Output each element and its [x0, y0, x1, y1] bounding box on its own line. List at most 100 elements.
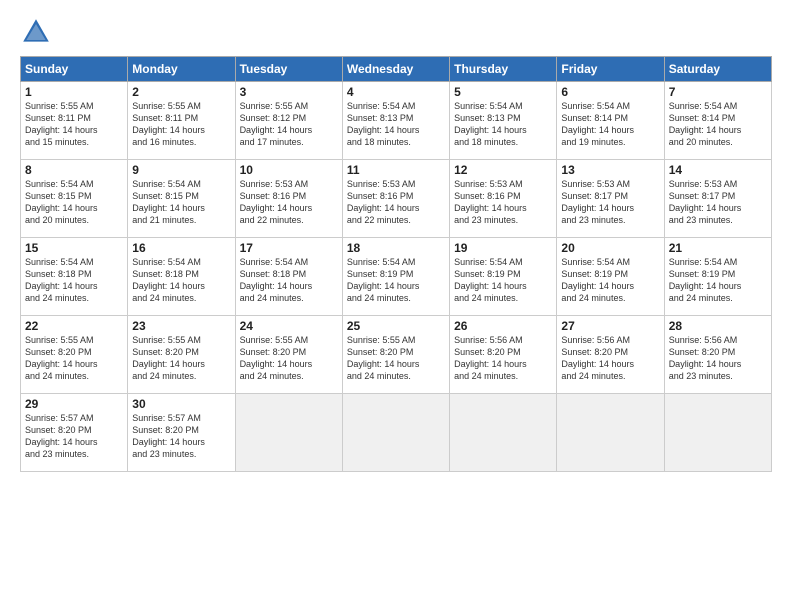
calendar-cell: 3Sunrise: 5:55 AM Sunset: 8:12 PM Daylig…	[235, 82, 342, 160]
calendar-cell: 5Sunrise: 5:54 AM Sunset: 8:13 PM Daylig…	[450, 82, 557, 160]
logo	[20, 16, 56, 48]
day-info: Sunrise: 5:54 AM Sunset: 8:13 PM Dayligh…	[454, 100, 552, 149]
day-info: Sunrise: 5:54 AM Sunset: 8:19 PM Dayligh…	[561, 256, 659, 305]
day-number: 26	[454, 319, 552, 333]
calendar-cell: 7Sunrise: 5:54 AM Sunset: 8:14 PM Daylig…	[664, 82, 771, 160]
calendar-cell: 28Sunrise: 5:56 AM Sunset: 8:20 PM Dayli…	[664, 316, 771, 394]
day-info: Sunrise: 5:54 AM Sunset: 8:13 PM Dayligh…	[347, 100, 445, 149]
day-info: Sunrise: 5:57 AM Sunset: 8:20 PM Dayligh…	[25, 412, 123, 461]
calendar-cell: 20Sunrise: 5:54 AM Sunset: 8:19 PM Dayli…	[557, 238, 664, 316]
day-info: Sunrise: 5:54 AM Sunset: 8:19 PM Dayligh…	[454, 256, 552, 305]
calendar-cell: 16Sunrise: 5:54 AM Sunset: 8:18 PM Dayli…	[128, 238, 235, 316]
calendar-cell	[235, 394, 342, 472]
day-number: 16	[132, 241, 230, 255]
day-number: 25	[347, 319, 445, 333]
day-info: Sunrise: 5:55 AM Sunset: 8:12 PM Dayligh…	[240, 100, 338, 149]
col-header-saturday: Saturday	[664, 57, 771, 82]
header-row: SundayMondayTuesdayWednesdayThursdayFrid…	[21, 57, 772, 82]
calendar-cell: 15Sunrise: 5:54 AM Sunset: 8:18 PM Dayli…	[21, 238, 128, 316]
calendar-cell: 2Sunrise: 5:55 AM Sunset: 8:11 PM Daylig…	[128, 82, 235, 160]
calendar-cell: 21Sunrise: 5:54 AM Sunset: 8:19 PM Dayli…	[664, 238, 771, 316]
day-number: 8	[25, 163, 123, 177]
week-row-0: 1Sunrise: 5:55 AM Sunset: 8:11 PM Daylig…	[21, 82, 772, 160]
day-info: Sunrise: 5:55 AM Sunset: 8:20 PM Dayligh…	[132, 334, 230, 383]
day-number: 22	[25, 319, 123, 333]
day-number: 4	[347, 85, 445, 99]
day-info: Sunrise: 5:55 AM Sunset: 8:11 PM Dayligh…	[25, 100, 123, 149]
day-info: Sunrise: 5:53 AM Sunset: 8:16 PM Dayligh…	[240, 178, 338, 227]
calendar-cell: 10Sunrise: 5:53 AM Sunset: 8:16 PM Dayli…	[235, 160, 342, 238]
day-info: Sunrise: 5:53 AM Sunset: 8:16 PM Dayligh…	[454, 178, 552, 227]
page: SundayMondayTuesdayWednesdayThursdayFrid…	[0, 0, 792, 612]
calendar-cell: 9Sunrise: 5:54 AM Sunset: 8:15 PM Daylig…	[128, 160, 235, 238]
calendar-cell: 11Sunrise: 5:53 AM Sunset: 8:16 PM Dayli…	[342, 160, 449, 238]
day-info: Sunrise: 5:55 AM Sunset: 8:20 PM Dayligh…	[240, 334, 338, 383]
day-number: 29	[25, 397, 123, 411]
day-info: Sunrise: 5:54 AM Sunset: 8:19 PM Dayligh…	[347, 256, 445, 305]
day-info: Sunrise: 5:57 AM Sunset: 8:20 PM Dayligh…	[132, 412, 230, 461]
day-info: Sunrise: 5:54 AM Sunset: 8:14 PM Dayligh…	[669, 100, 767, 149]
calendar-cell	[450, 394, 557, 472]
calendar-cell: 27Sunrise: 5:56 AM Sunset: 8:20 PM Dayli…	[557, 316, 664, 394]
week-row-3: 22 Sunrise: 5:55 AM Sunset: 8:20 PM Dayli…	[21, 316, 772, 394]
week-row-4: 29Sunrise: 5:57 AM Sunset: 8:20 PM Dayli…	[21, 394, 772, 472]
calendar-cell: 26Sunrise: 5:56 AM Sunset: 8:20 PM Dayli…	[450, 316, 557, 394]
day-info: Sunrise: 5:56 AM Sunset: 8:20 PM Dayligh…	[669, 334, 767, 383]
day-number: 28	[669, 319, 767, 333]
day-number: 3	[240, 85, 338, 99]
day-number: 12	[454, 163, 552, 177]
day-info: Sunrise: 5:54 AM Sunset: 8:18 PM Dayligh…	[240, 256, 338, 305]
calendar-cell	[342, 394, 449, 472]
calendar-cell: 8Sunrise: 5:54 AM Sunset: 8:15 PM Daylig…	[21, 160, 128, 238]
day-number: 10	[240, 163, 338, 177]
day-number: 24	[240, 319, 338, 333]
day-info: Sunrise: 5:55 AM Sunset: 8:20 PM Dayligh…	[347, 334, 445, 383]
calendar-cell: 23Sunrise: 5:55 AM Sunset: 8:20 PM Dayli…	[128, 316, 235, 394]
calendar-cell: 13Sunrise: 5:53 AM Sunset: 8:17 PM Dayli…	[557, 160, 664, 238]
day-number: 2	[132, 85, 230, 99]
day-number: 21	[669, 241, 767, 255]
calendar-cell	[557, 394, 664, 472]
calendar-cell: 29Sunrise: 5:57 AM Sunset: 8:20 PM Dayli…	[21, 394, 128, 472]
day-number: 17	[240, 241, 338, 255]
day-info: Sunrise: 5:56 AM Sunset: 8:20 PM Dayligh…	[454, 334, 552, 383]
day-info: Sunrise: 5:54 AM Sunset: 8:14 PM Dayligh…	[561, 100, 659, 149]
day-info: Sunrise: 5:55 AM Sunset: 8:11 PM Dayligh…	[132, 100, 230, 149]
calendar-cell: 24Sunrise: 5:55 AM Sunset: 8:20 PM Dayli…	[235, 316, 342, 394]
col-header-friday: Friday	[557, 57, 664, 82]
day-info: Sunrise: 5:54 AM Sunset: 8:19 PM Dayligh…	[669, 256, 767, 305]
day-info: Sunrise: 5:53 AM Sunset: 8:17 PM Dayligh…	[561, 178, 659, 227]
col-header-thursday: Thursday	[450, 57, 557, 82]
calendar-cell	[664, 394, 771, 472]
col-header-wednesday: Wednesday	[342, 57, 449, 82]
col-header-monday: Monday	[128, 57, 235, 82]
day-number: 13	[561, 163, 659, 177]
calendar-cell: 18Sunrise: 5:54 AM Sunset: 8:19 PM Dayli…	[342, 238, 449, 316]
day-number: 27	[561, 319, 659, 333]
logo-icon	[20, 16, 52, 48]
calendar-cell: 14Sunrise: 5:53 AM Sunset: 8:17 PM Dayli…	[664, 160, 771, 238]
calendar: SundayMondayTuesdayWednesdayThursdayFrid…	[20, 56, 772, 472]
day-number: 14	[669, 163, 767, 177]
calendar-cell: 4Sunrise: 5:54 AM Sunset: 8:13 PM Daylig…	[342, 82, 449, 160]
week-row-1: 8Sunrise: 5:54 AM Sunset: 8:15 PM Daylig…	[21, 160, 772, 238]
day-number: 30	[132, 397, 230, 411]
calendar-cell: 30Sunrise: 5:57 AM Sunset: 8:20 PM Dayli…	[128, 394, 235, 472]
day-info: Sunrise: 5:53 AM Sunset: 8:17 PM Dayligh…	[669, 178, 767, 227]
day-info: Sunrise: 5:54 AM Sunset: 8:18 PM Dayligh…	[132, 256, 230, 305]
day-number: 23	[132, 319, 230, 333]
day-info: Sunrise: 5:54 AM Sunset: 8:15 PM Dayligh…	[132, 178, 230, 227]
day-number: 9	[132, 163, 230, 177]
day-number: 1	[25, 85, 123, 99]
calendar-cell: 25Sunrise: 5:55 AM Sunset: 8:20 PM Dayli…	[342, 316, 449, 394]
day-number: 15	[25, 241, 123, 255]
header	[20, 16, 772, 48]
day-number: 6	[561, 85, 659, 99]
day-info: Sunrise: 5:54 AM Sunset: 8:18 PM Dayligh…	[25, 256, 123, 305]
day-info: Sunrise: 5:54 AM Sunset: 8:15 PM Dayligh…	[25, 178, 123, 227]
day-number: 19	[454, 241, 552, 255]
calendar-cell: 19Sunrise: 5:54 AM Sunset: 8:19 PM Dayli…	[450, 238, 557, 316]
day-number: 5	[454, 85, 552, 99]
calendar-cell: 12Sunrise: 5:53 AM Sunset: 8:16 PM Dayli…	[450, 160, 557, 238]
day-number: 20	[561, 241, 659, 255]
